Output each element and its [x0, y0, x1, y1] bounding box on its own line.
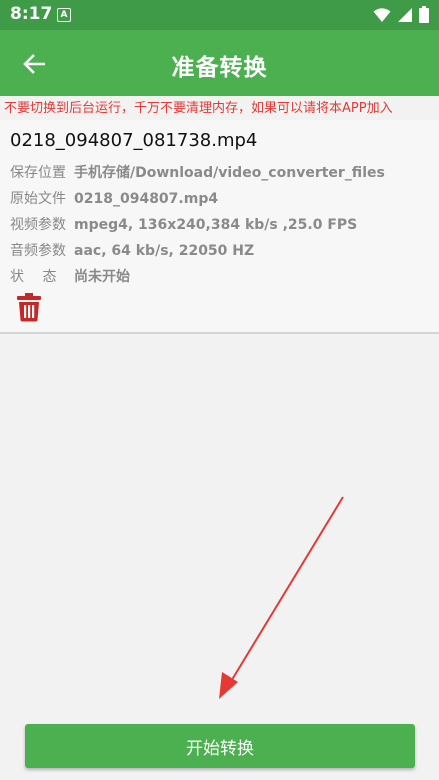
info-row-source-file: 原始文件 0218_094807.mp4: [10, 188, 218, 208]
info-row-status: 状 态 尚未开始: [10, 266, 130, 286]
info-row-save-location: 保存位置 手机存储/Download/video_converter_files: [10, 162, 385, 182]
file-card: 0218_094807_081738.mp4 保存位置 手机存储/Download…: [0, 120, 439, 334]
info-row-audio-params: 音频参数 aac, 64 kb/s, 22050 HZ: [10, 240, 254, 260]
wifi-icon: [373, 7, 391, 22]
start-convert-button[interactable]: 开始转换: [25, 724, 415, 768]
info-label: 状 态: [10, 269, 57, 285]
info-value: 尚未开始: [74, 269, 130, 285]
status-bar: 8:17 A: [0, 0, 439, 30]
info-label: 视频参数: [10, 217, 66, 233]
info-value: mpeg4, 136x240,384 kb/s ,25.0 FPS: [74, 217, 358, 233]
info-label: 原始文件: [10, 191, 66, 207]
battery-icon: [419, 6, 429, 23]
info-value: 0218_094807.mp4: [74, 191, 219, 207]
delete-button[interactable]: [16, 292, 42, 322]
page-title: 准备转换: [171, 55, 268, 81]
warning-text: 不要切换到后台运行，千万不要清理内存，如果可以请将本APP加入: [4, 101, 393, 116]
info-value: 手机存储/Download/video_converter_files: [74, 165, 385, 181]
notification-icon: A: [57, 8, 71, 22]
app-bar: 准备转换: [0, 30, 439, 96]
info-label: 音频参数: [10, 243, 66, 259]
signal-icon: [398, 7, 412, 22]
info-value: aac, 64 kb/s, 22050 HZ: [74, 243, 255, 259]
trash-icon: [17, 293, 41, 322]
info-label: 保存位置: [10, 165, 66, 181]
status-icons: [373, 6, 429, 23]
file-name: 0218_094807_081738.mp4: [10, 130, 258, 151]
status-time: 8:17: [10, 4, 53, 24]
info-row-video-params: 视频参数 mpeg4, 136x240,384 kb/s ,25.0 FPS: [10, 214, 357, 234]
